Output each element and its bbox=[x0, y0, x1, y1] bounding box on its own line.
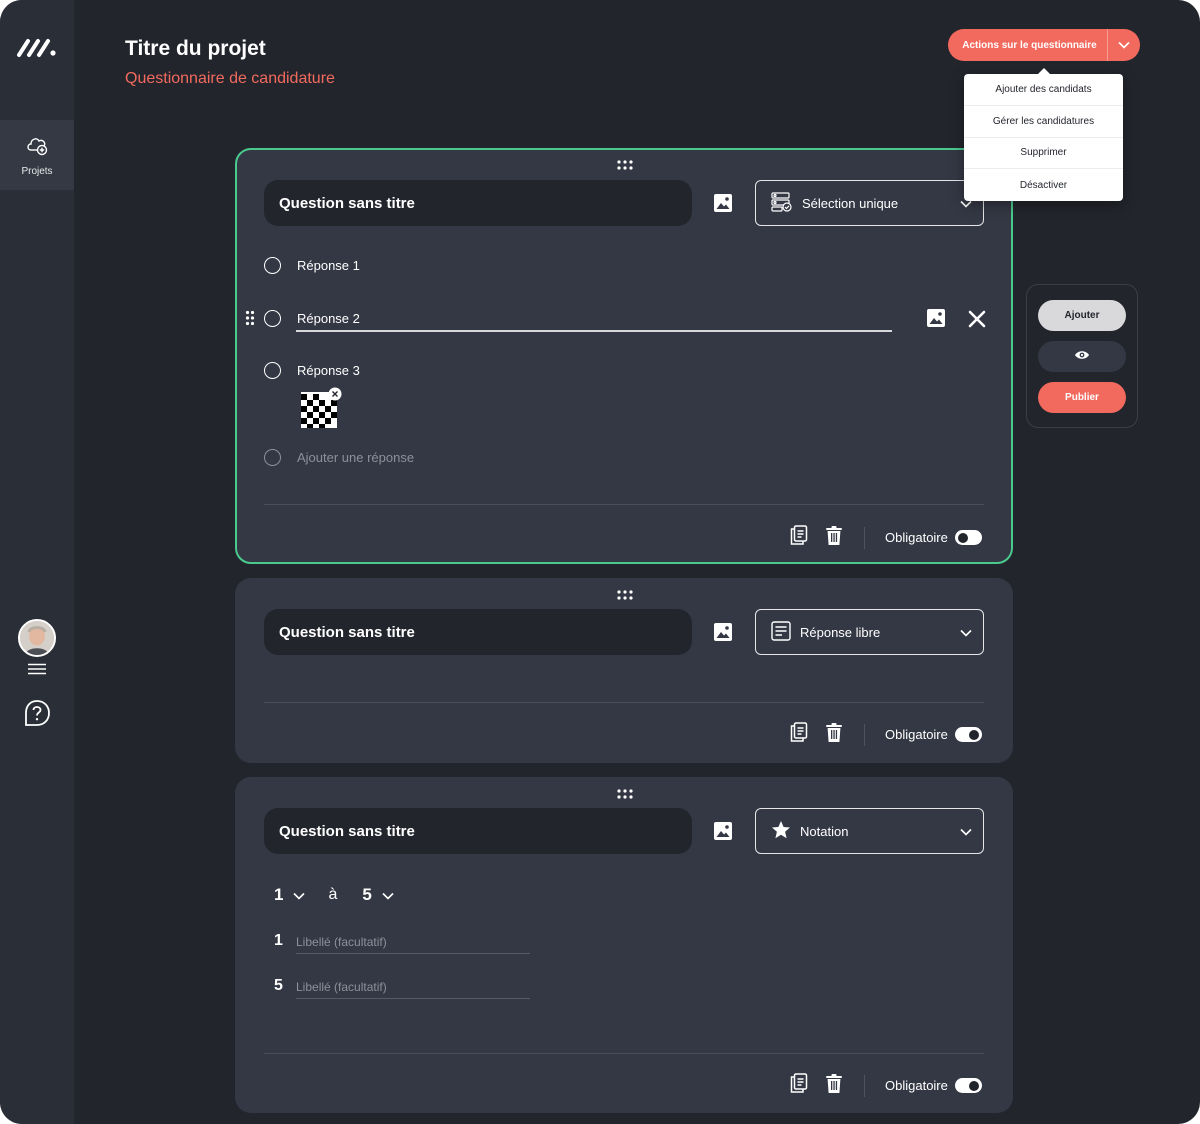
actions-button[interactable]: Actions sur le questionnaire bbox=[948, 29, 1140, 61]
rating-label-input[interactable]: Libellé (facultatif) bbox=[296, 932, 530, 954]
help-icon[interactable] bbox=[23, 699, 51, 732]
actions-dropdown-menu: Ajouter des candidats Gérer les candidat… bbox=[964, 68, 1123, 201]
single-choice-icon bbox=[771, 191, 793, 215]
chevron-down-icon[interactable] bbox=[293, 885, 306, 905]
chevron-down-icon[interactable] bbox=[1108, 41, 1140, 49]
rating-range: 1 à 5 bbox=[274, 885, 394, 905]
avatar[interactable] bbox=[18, 619, 56, 657]
chevron-down-icon[interactable] bbox=[382, 885, 394, 905]
question-card[interactable]: Question sans titre Sélection unique Rép… bbox=[235, 148, 1013, 564]
question-footer-tools: Obligatoire bbox=[790, 525, 982, 550]
actions-button-label: Actions sur le questionnaire bbox=[962, 39, 1097, 51]
question-footer-tools: Obligatoire bbox=[790, 1073, 982, 1098]
answer-input-underline bbox=[296, 330, 892, 332]
footer-separator bbox=[864, 1074, 865, 1097]
drag-handle-icon[interactable] bbox=[616, 158, 634, 176]
question-footer-tools: Obligatoire bbox=[790, 722, 982, 747]
question-type-label: Sélection unique bbox=[802, 195, 899, 211]
question-type-label: Réponse libre bbox=[800, 624, 881, 640]
radio-icon[interactable] bbox=[264, 362, 281, 379]
duplicate-icon[interactable] bbox=[790, 1073, 808, 1098]
required-label: Obligatoire bbox=[885, 1078, 948, 1093]
rating-min-select[interactable]: 1 bbox=[274, 885, 283, 905]
trash-icon[interactable] bbox=[826, 525, 842, 550]
app-window: Projets Titre du projet Questionnaire de… bbox=[0, 0, 1200, 1124]
answer-option[interactable]: Réponse 3 bbox=[264, 362, 360, 379]
question-card[interactable]: Question sans titre Réponse libre Obliga… bbox=[235, 578, 1013, 763]
question-title-input[interactable]: Question sans titre bbox=[264, 808, 692, 854]
question-type-label: Notation bbox=[800, 823, 849, 839]
menu-item-deactivate[interactable]: Désactiver bbox=[964, 169, 1123, 201]
question-type-select[interactable]: Réponse libre bbox=[755, 609, 984, 655]
rating-label-row: 1 Libellé (facultatif) bbox=[274, 932, 530, 954]
menu-icon[interactable] bbox=[27, 662, 47, 680]
drag-handle-icon[interactable] bbox=[616, 588, 634, 606]
editor-side-panel: Ajouter Publier bbox=[1026, 284, 1138, 428]
rating-max-select[interactable]: 5 bbox=[362, 885, 371, 905]
answer-label[interactable]: Réponse 3 bbox=[297, 363, 360, 378]
required-toggle[interactable] bbox=[954, 727, 982, 742]
close-icon[interactable] bbox=[968, 310, 986, 333]
add-answer-option[interactable]: Ajouter une réponse bbox=[264, 449, 414, 466]
answer-option[interactable]: Réponse 1 bbox=[264, 257, 360, 274]
rating-label-row: 5 Libellé (facultatif) bbox=[274, 977, 530, 999]
answer-option[interactable]: Réponse 2 bbox=[264, 310, 360, 327]
page-title: Titre du projet bbox=[125, 37, 266, 60]
star-icon bbox=[771, 820, 791, 843]
page-subtitle: Questionnaire de candidature bbox=[125, 70, 335, 87]
chevron-down-icon bbox=[960, 824, 972, 839]
sidebar: Projets bbox=[0, 0, 74, 1124]
rating-label-input[interactable]: Libellé (facultatif) bbox=[296, 977, 530, 999]
duplicate-icon[interactable] bbox=[790, 525, 808, 550]
question-type-select[interactable]: Sélection unique bbox=[755, 180, 984, 226]
chevron-down-icon bbox=[960, 625, 972, 640]
project-icon bbox=[25, 133, 49, 162]
rating-label-number: 1 bbox=[274, 932, 283, 949]
duplicate-icon[interactable] bbox=[790, 722, 808, 747]
required-toggle[interactable] bbox=[954, 530, 982, 545]
free-text-icon bbox=[771, 620, 791, 644]
required-toggle[interactable] bbox=[954, 1078, 982, 1093]
drag-handle-icon[interactable] bbox=[616, 787, 634, 805]
card-divider bbox=[264, 1053, 984, 1054]
card-divider bbox=[264, 504, 984, 505]
question-type-select[interactable]: Notation bbox=[755, 808, 984, 854]
footer-separator bbox=[864, 723, 865, 746]
add-answer-placeholder[interactable]: Ajouter une réponse bbox=[297, 450, 414, 465]
menu-item-delete[interactable]: Supprimer bbox=[964, 138, 1123, 170]
preview-button[interactable] bbox=[1038, 341, 1126, 372]
publish-button[interactable]: Publier bbox=[1038, 382, 1126, 413]
add-question-button[interactable]: Ajouter bbox=[1038, 300, 1126, 331]
required-label: Obligatoire bbox=[885, 727, 948, 742]
question-card[interactable]: Question sans titre Notation 1 à 5 1 Lib… bbox=[235, 777, 1013, 1113]
question-title-input[interactable]: Question sans titre bbox=[264, 609, 692, 655]
rating-label-number: 5 bbox=[274, 977, 283, 994]
sidebar-item-projets[interactable]: Projets bbox=[0, 120, 74, 190]
image-icon[interactable] bbox=[926, 308, 946, 333]
menu-item-manage-applications[interactable]: Gérer les candidatures bbox=[964, 106, 1123, 138]
radio-icon bbox=[264, 449, 281, 466]
question-title-input[interactable]: Question sans titre bbox=[264, 180, 692, 226]
sidebar-item-label: Projets bbox=[21, 166, 53, 177]
required-label: Obligatoire bbox=[885, 530, 948, 545]
eye-icon bbox=[1074, 350, 1090, 363]
answer-label[interactable]: Réponse 2 bbox=[297, 311, 360, 326]
image-icon[interactable] bbox=[713, 622, 733, 647]
image-icon[interactable] bbox=[713, 821, 733, 846]
radio-icon[interactable] bbox=[264, 257, 281, 274]
radio-icon[interactable] bbox=[264, 310, 281, 327]
answer-label[interactable]: Réponse 1 bbox=[297, 258, 360, 273]
card-divider bbox=[264, 702, 984, 703]
logo[interactable] bbox=[17, 36, 57, 63]
trash-icon[interactable] bbox=[826, 722, 842, 747]
drag-handle-icon[interactable] bbox=[245, 310, 255, 331]
footer-separator bbox=[864, 526, 865, 549]
image-icon[interactable] bbox=[713, 193, 733, 218]
menu-item-add-candidates[interactable]: Ajouter des candidats bbox=[964, 74, 1123, 106]
range-separator: à bbox=[328, 886, 338, 903]
remove-image-icon[interactable] bbox=[328, 387, 342, 406]
trash-icon[interactable] bbox=[826, 1073, 842, 1098]
